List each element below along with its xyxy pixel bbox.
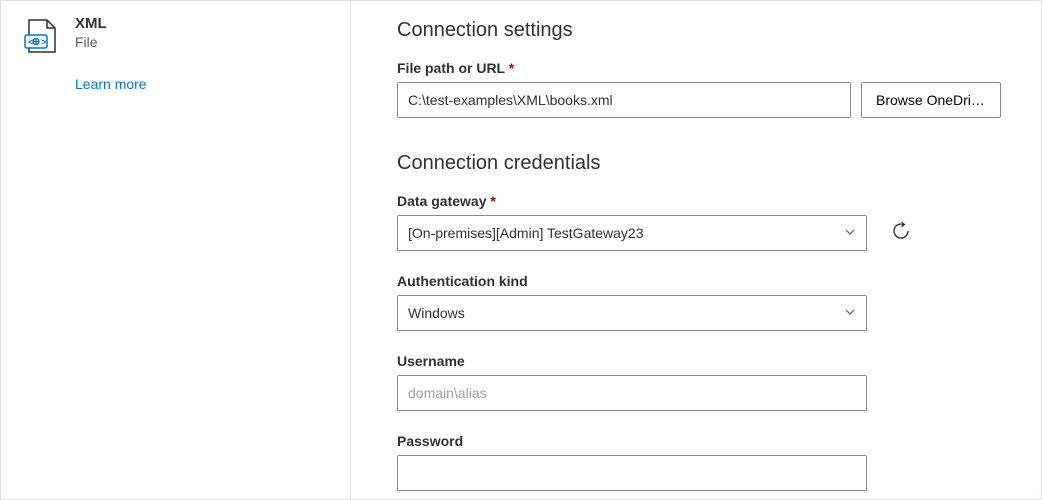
file-path-label-text: File path or URL <box>397 60 505 76</box>
connector-header: < > XML File <box>23 15 328 60</box>
sidebar: < > XML File Learn more <box>1 1 351 499</box>
chevron-down-icon <box>844 225 856 241</box>
password-label: Password <box>397 433 1001 449</box>
data-gateway-selected-value: [On-premises][Admin] TestGateway23 <box>408 225 644 241</box>
chevron-down-icon <box>844 305 856 321</box>
connection-credentials-heading: Connection credentials <box>397 152 1001 175</box>
required-indicator: * <box>509 60 514 76</box>
refresh-gateways-button[interactable] <box>885 217 917 249</box>
required-indicator: * <box>490 193 495 209</box>
refresh-icon <box>891 221 911 246</box>
password-field: Password <box>397 433 1001 491</box>
data-gateway-label: Data gateway * <box>397 193 1001 209</box>
username-input[interactable] <box>397 375 867 411</box>
file-path-field: File path or URL * Browse OneDrive... <box>397 60 1001 118</box>
learn-more-link[interactable]: Learn more <box>75 76 328 92</box>
auth-kind-field: Authentication kind Windows <box>397 273 1001 331</box>
username-label: Username <box>397 353 1001 369</box>
connector-title: XML <box>75 15 107 32</box>
connection-settings-heading: Connection settings <box>397 19 1001 42</box>
main-panel: Connection settings File path or URL * B… <box>351 1 1041 499</box>
auth-kind-label: Authentication kind <box>397 273 1001 289</box>
file-path-input[interactable] <box>397 82 851 118</box>
file-path-label: File path or URL * <box>397 60 1001 76</box>
svg-text:>: > <box>41 37 46 47</box>
data-gateway-select[interactable]: [On-premises][Admin] TestGateway23 <box>397 215 867 251</box>
xml-file-icon: < > <box>23 15 61 60</box>
username-field: Username <box>397 353 1001 411</box>
data-gateway-label-text: Data gateway <box>397 193 486 209</box>
browse-onedrive-button[interactable]: Browse OneDrive... <box>861 82 1001 118</box>
data-gateway-field: Data gateway * [On-premises][Admin] Test… <box>397 193 1001 251</box>
auth-kind-selected-value: Windows <box>408 305 465 321</box>
auth-kind-select[interactable]: Windows <box>397 295 867 331</box>
password-input[interactable] <box>397 455 867 491</box>
connector-subtitle: File <box>75 34 107 50</box>
